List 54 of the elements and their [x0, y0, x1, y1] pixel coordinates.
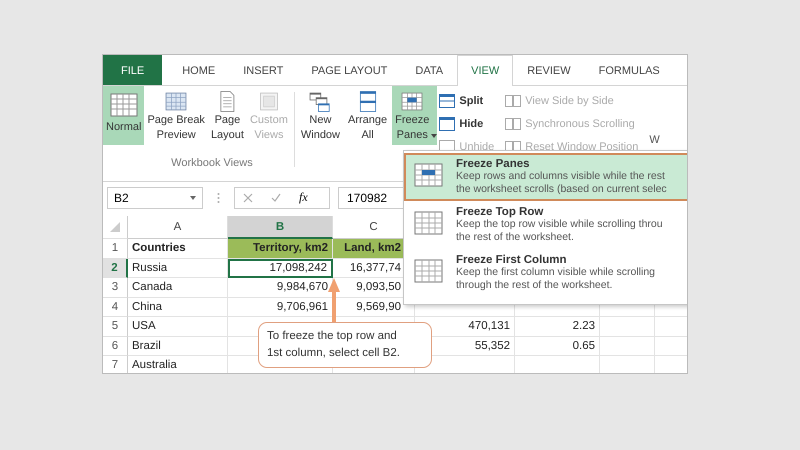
row-header[interactable]: 4	[103, 298, 128, 317]
ribbon-tab[interactable]: VIEW	[457, 55, 514, 86]
table-cell	[600, 336, 655, 356]
window-option-button[interactable]: Hide	[439, 115, 494, 133]
table-cell: 2.23	[515, 317, 600, 336]
ribbon-tab[interactable]: FORMULAS	[584, 55, 674, 85]
ribbon-tab[interactable]: DATA	[401, 55, 458, 85]
group-label: Workbook Views	[170, 157, 254, 169]
check-icon[interactable]	[271, 192, 281, 202]
window-button[interactable]: Freeze Panes	[392, 86, 438, 145]
window-option-button[interactable]: Split	[439, 92, 494, 110]
table-cell: Canada	[128, 278, 228, 298]
pointer-arrow	[327, 278, 341, 322]
ribbon-tab[interactable]: INSERT	[229, 55, 298, 85]
window-icon	[439, 117, 456, 131]
ribbon-tab[interactable]: HOME	[168, 55, 230, 85]
name-box[interactable]: B2	[107, 186, 203, 208]
table-cell: Russia	[128, 258, 228, 278]
view-button[interactable]: Page Layout	[208, 86, 247, 145]
table-cell	[600, 317, 655, 336]
ribbon-tab[interactable]: FILE	[103, 55, 162, 85]
two-pages-icon	[505, 117, 522, 131]
callout: To freeze the top row and 1st column, select cell B2.	[258, 322, 432, 368]
view-button[interactable]: Page Break Preview	[144, 86, 208, 145]
ribbon-tab[interactable]: REVIEW	[513, 55, 585, 85]
two-pages-icon	[505, 94, 522, 108]
menu-item[interactable]: Freeze Panes Keep rows and columns visible while the rest the worksheet scrolls (based on current selec	[404, 153, 687, 201]
row-header[interactable]: 5	[103, 317, 128, 336]
window-button[interactable]: Arrange All	[345, 86, 390, 145]
grid-icon	[414, 210, 444, 236]
group-label: W	[649, 133, 660, 146]
cancel-icon[interactable]	[243, 192, 253, 202]
row-header[interactable]: 2	[103, 258, 128, 278]
table-cell: 17,098,242	[228, 258, 333, 278]
ribbon-tab[interactable]: PAGE LAYOUT	[297, 55, 402, 85]
row-header[interactable]: 7	[103, 356, 128, 373]
select-all-icon[interactable]	[110, 222, 120, 232]
table-cell: 0.65	[515, 336, 600, 356]
table-cell: Brazil	[128, 336, 228, 356]
table-cell: Territory, km2	[228, 239, 333, 258]
split-window-icon	[439, 94, 456, 108]
table-cell: China	[128, 298, 228, 317]
view-button[interactable]: Normal	[103, 86, 144, 145]
row-header[interactable]: 3	[103, 278, 128, 298]
grid-icon	[414, 162, 444, 188]
table-cell: Australia	[128, 356, 228, 373]
table-cell: USA	[128, 317, 228, 336]
column-header[interactable]: B	[228, 216, 333, 239]
grid-icon	[414, 258, 444, 284]
row-header[interactable]: 6	[103, 336, 128, 356]
window-button[interactable]: New Window	[298, 86, 343, 145]
insert-function-button[interactable]: fx	[299, 190, 308, 205]
caret-icon	[190, 196, 196, 200]
grip-icon	[217, 192, 220, 204]
